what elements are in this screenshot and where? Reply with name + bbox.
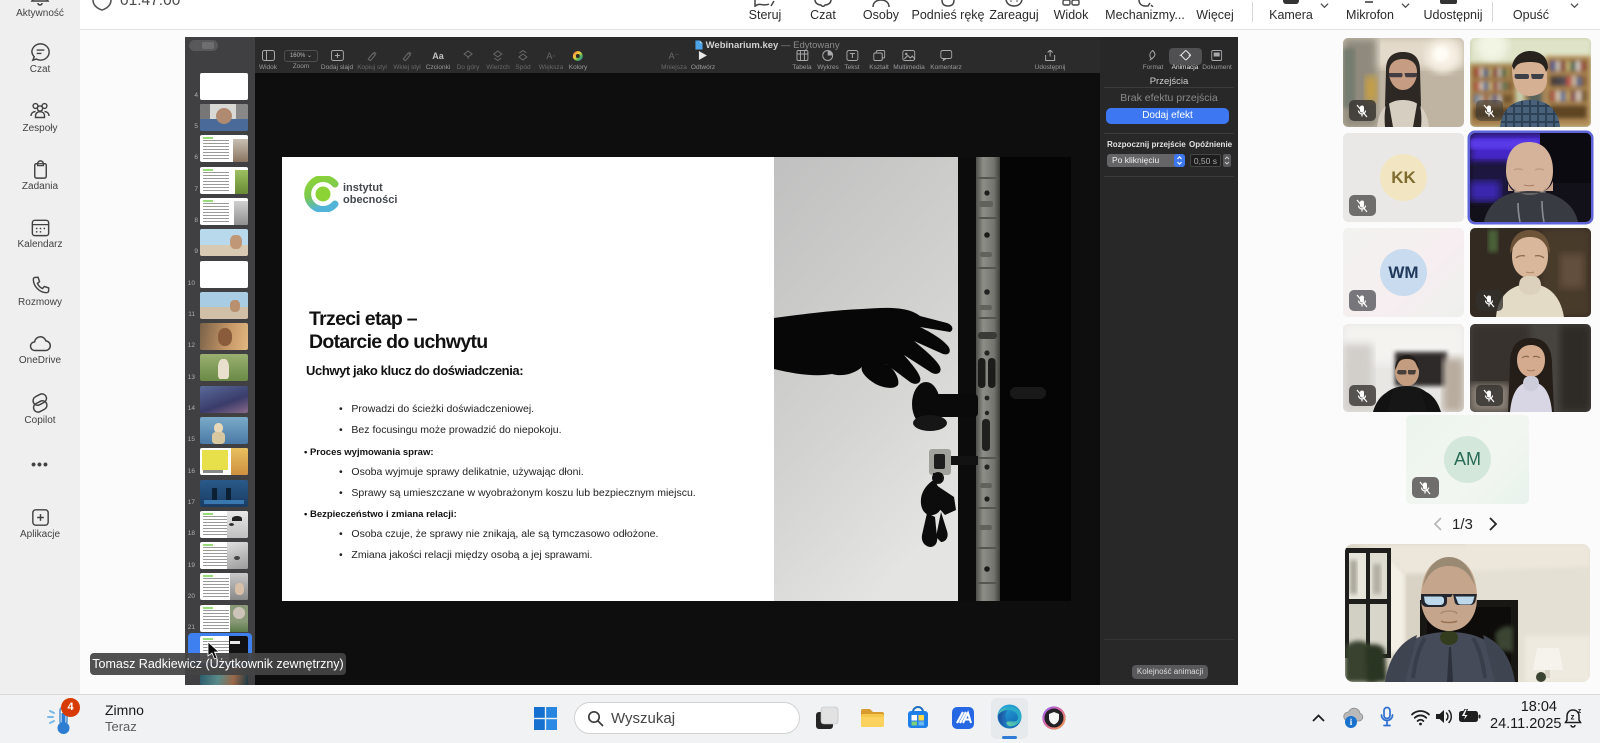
svg-text:z: z bbox=[1571, 713, 1575, 722]
svg-text:z: z bbox=[1578, 708, 1582, 715]
